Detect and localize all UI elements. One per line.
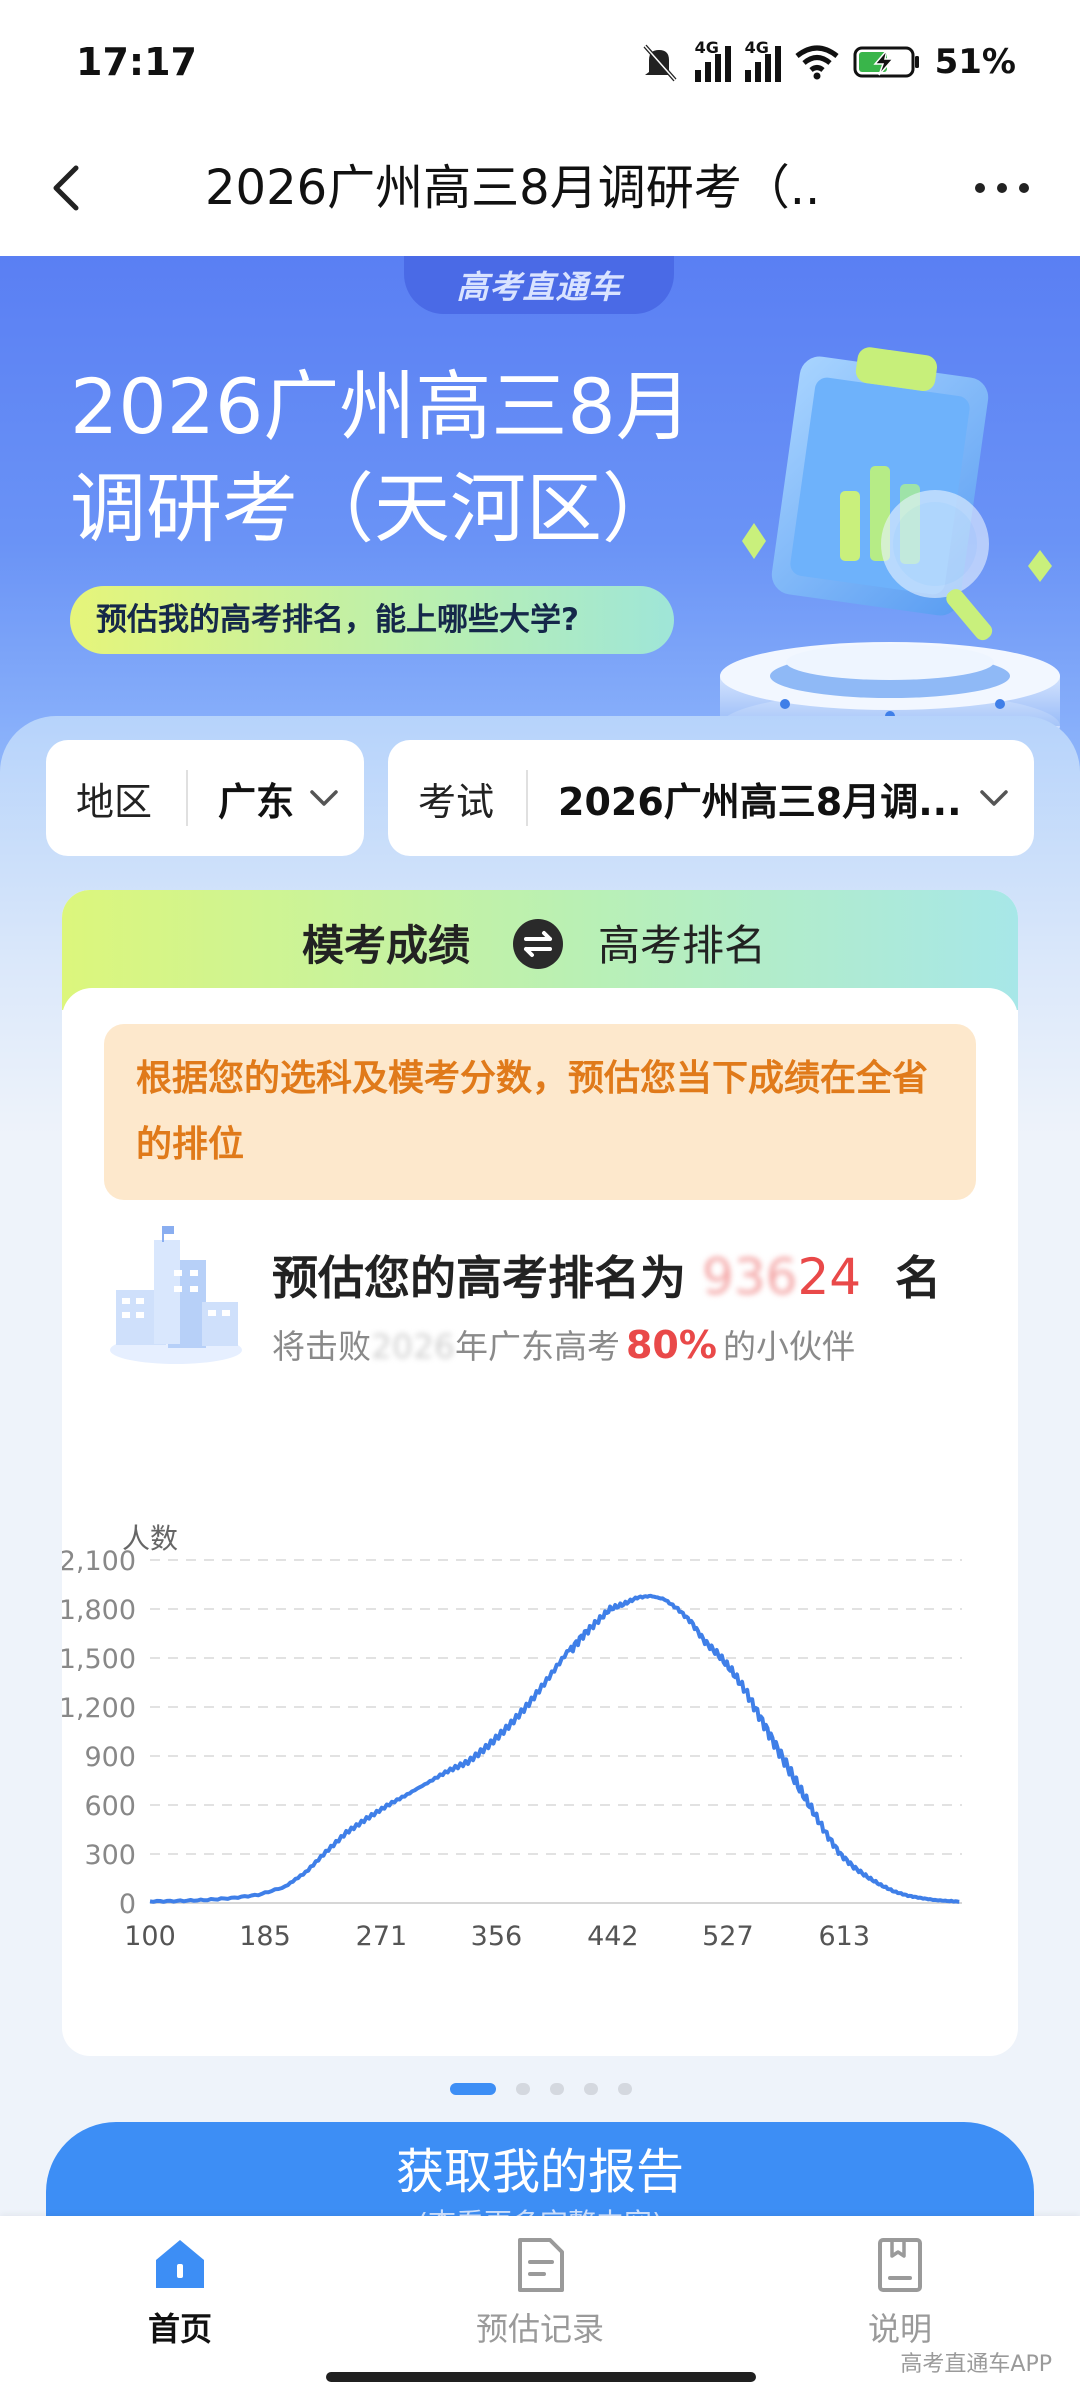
- y-tick-label: 1,200: [62, 1693, 136, 1724]
- region-selector[interactable]: 地区 广东: [46, 740, 364, 856]
- beat-prefix: 将击败: [272, 1327, 371, 1366]
- home-icon: [156, 2240, 204, 2288]
- beat-percent: 80%: [625, 1323, 717, 1367]
- y-tick-label: 900: [84, 1742, 136, 1773]
- bottom-nav-home[interactable]: 首页: [90, 2234, 270, 2374]
- hero-title-line1: 2026广州高三8月: [70, 362, 692, 451]
- y-tick-label: 1,500: [62, 1644, 136, 1675]
- signal-icon: 4G: [694, 38, 731, 82]
- rank-statement: 预估您的高考排名为 93624 名: [272, 1242, 941, 1308]
- bottom-nav-records[interactable]: 预估记录: [450, 2234, 630, 2374]
- rank-number: 93624: [702, 1248, 861, 1306]
- hero-title-line2: 调研考（天河区）: [70, 464, 678, 553]
- x-tick-label: 527: [702, 1921, 754, 1952]
- exam-label: 考试: [418, 779, 495, 824]
- get-report-label: 获取我的报告: [395, 2144, 684, 2200]
- wifi-icon: [795, 45, 839, 80]
- status-icons: 4G 4G 51%: [637, 38, 1016, 86]
- building-icon: [110, 1226, 242, 1364]
- book-icon: [878, 2238, 922, 2292]
- rank-unit: 名: [895, 1251, 942, 1305]
- rank-number-hidden: 936: [702, 1248, 798, 1306]
- rank-prefix: 预估您的高考排名为: [272, 1251, 686, 1305]
- status-bar: 17:17 4G 4G 51%: [0, 0, 1080, 120]
- carousel-pager: [450, 2083, 632, 2095]
- bell-muted-icon: [643, 44, 677, 82]
- brand-tab: 高考直通车: [404, 256, 674, 314]
- y-tick-label: 2,100: [62, 1546, 136, 1577]
- mode-switch[interactable]: 模考成绩 高考排名: [62, 890, 1018, 1028]
- battery-percent: 51%: [934, 42, 1016, 82]
- pager-dot-active[interactable]: [450, 2083, 496, 2095]
- pager-dot[interactable]: [516, 2083, 530, 2095]
- y-tick-label: 300: [84, 1840, 136, 1871]
- system-home-indicator[interactable]: [326, 2372, 756, 2382]
- chevron-down-icon: [310, 790, 338, 806]
- more-horizontal-icon[interactable]: [964, 156, 1040, 220]
- rank-number-visible: 24: [797, 1248, 862, 1306]
- beat-middle: 年广东高考: [454, 1327, 620, 1366]
- chevron-left-icon[interactable]: [36, 156, 100, 220]
- region-label: 地区: [76, 779, 153, 824]
- y-tick-label: 1,800: [62, 1595, 136, 1626]
- status-time: 17:17: [76, 40, 197, 84]
- x-tick-label: 613: [818, 1921, 870, 1952]
- hero-prompt-pill[interactable]: 预估我的高考排名，能上哪些大学?: [70, 586, 674, 654]
- x-tick-label: 442: [587, 1921, 639, 1952]
- beat-suffix: 的小伙伴: [722, 1327, 855, 1366]
- battery-charging-icon: [853, 46, 919, 78]
- x-tick-label: 271: [356, 1921, 408, 1952]
- signal-icon: 4G: [744, 38, 781, 82]
- bottom-nav-help-label: 说明: [867, 2310, 932, 2348]
- region-value: 广东: [218, 779, 295, 824]
- brand-logo-text: 高考直通车: [456, 268, 622, 306]
- x-tick-label: 356: [471, 1921, 523, 1952]
- tab-gaokao-rank[interactable]: 高考排名: [598, 912, 766, 973]
- notice-box: 根据您的选科及模考分数，预估您当下成绩在全省的排位: [104, 1024, 976, 1200]
- hero-title: 2026广州高三8月 调研考（天河区）: [70, 356, 730, 560]
- pager-dot[interactable]: [618, 2083, 632, 2095]
- network-type-label: 4G: [744, 38, 769, 57]
- exam-value: 2026广州高三8月调...: [558, 779, 962, 824]
- hero-banner: 高考直通车 2026广州高三8月 调研考（天河区） 预估我的高考排名，能上哪些大…: [0, 256, 1080, 776]
- pager-dot[interactable]: [584, 2083, 598, 2095]
- x-tick-label: 185: [239, 1921, 291, 1952]
- distribution-series-line: [149, 1593, 960, 1904]
- bottom-nav-records-label: 预估记录: [475, 2310, 604, 2348]
- watermark: 高考直通车APP: [900, 2352, 1052, 2377]
- x-tick-label: 100: [124, 1921, 176, 1952]
- exam-selector[interactable]: 考试 2026广州高三8月调...: [388, 740, 1034, 856]
- clipboard-chart-illustration: [720, 347, 1060, 760]
- score-distribution-chart: 人数03006009001,2001,5001,8002,100100 185 27…: [62, 1522, 962, 1952]
- beat-percent-statement: 将击败2026年广东高考 80% 的小伙伴: [272, 1320, 855, 1368]
- tab-mock-score[interactable]: 模考成绩: [302, 912, 470, 973]
- document-icon: [518, 2238, 564, 2292]
- swap-icon[interactable]: [512, 918, 564, 970]
- beat-year-hidden: 2026: [371, 1327, 455, 1366]
- network-type-label: 4G: [694, 38, 719, 57]
- nav-header: 2026广州高三8月调研考（..: [0, 120, 1080, 256]
- bottom-nav-home-label: 首页: [147, 2310, 212, 2348]
- pager-dot[interactable]: [550, 2083, 564, 2095]
- page-title: 2026广州高三8月调研考（..: [205, 160, 821, 216]
- chevron-down-icon: [980, 790, 1008, 806]
- y-tick-label: 600: [84, 1791, 136, 1822]
- result-card: 模考成绩 高考排名 根据您的选科及模考分数，预估您当下成绩在全省的排位 预估您的…: [62, 890, 1018, 2056]
- y-tick-label: 0: [119, 1889, 136, 1920]
